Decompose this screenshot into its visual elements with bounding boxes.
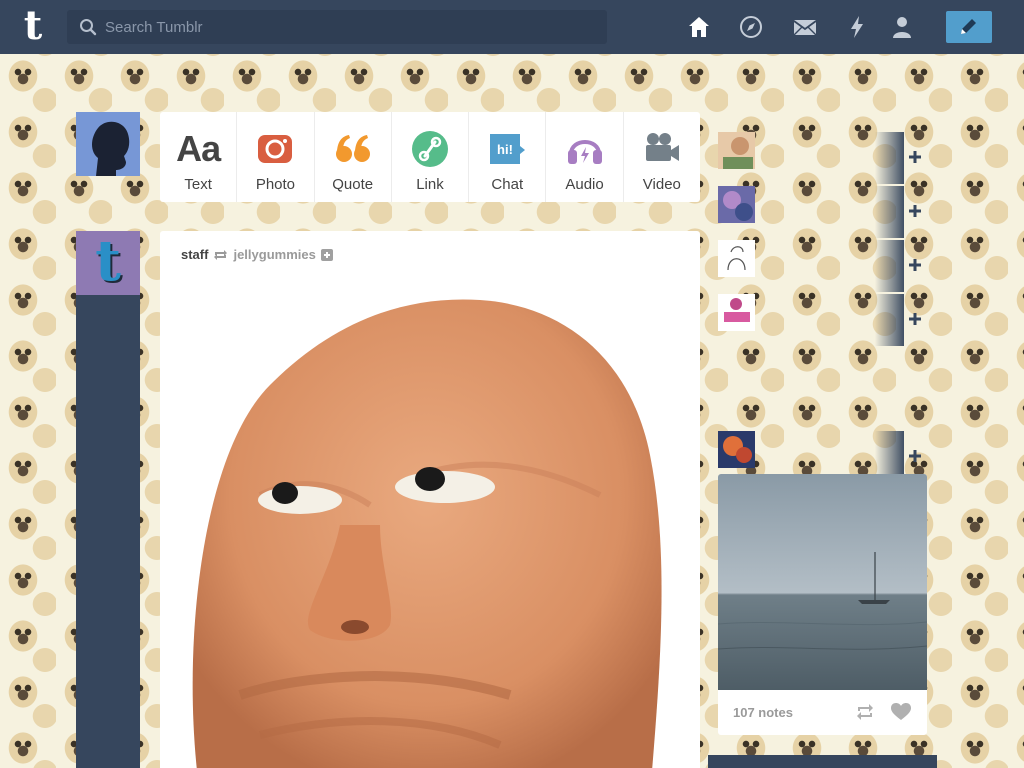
search-icon <box>80 19 97 36</box>
follow-plus-icon[interactable] <box>908 258 922 272</box>
account-icon[interactable] <box>889 14 915 40</box>
compose-button[interactable] <box>946 11 992 43</box>
dashboard-post: staff jellygummies <box>160 231 700 768</box>
blog-avatar <box>718 431 755 468</box>
post-type-video[interactable]: Video <box>624 112 700 202</box>
silhouette-icon <box>76 112 140 176</box>
recommended-blog[interactable] <box>718 294 921 346</box>
reblog-source-link[interactable]: jellygummies <box>233 247 315 262</box>
user-avatar[interactable] <box>76 112 140 176</box>
post-type-quote[interactable]: Quote <box>315 112 392 202</box>
blog-avatar <box>718 294 755 331</box>
blog-info <box>758 186 904 238</box>
blog-avatar <box>718 186 755 223</box>
heart-icon[interactable] <box>891 703 911 721</box>
sidebar-bottom-strip <box>708 755 937 768</box>
quote-icon <box>335 135 370 162</box>
follow-plus-icon[interactable] <box>908 150 922 164</box>
post-type-chat[interactable]: hi! Chat <box>469 112 547 202</box>
blog-avatar <box>718 132 755 169</box>
follow-plus-icon[interactable] <box>320 248 333 261</box>
follow-plus-icon[interactable] <box>908 449 922 463</box>
home-icon[interactable] <box>686 14 712 40</box>
search-input[interactable] <box>105 10 595 44</box>
reblog-icon[interactable] <box>855 703 875 721</box>
post-header: staff jellygummies <box>181 247 333 262</box>
top-navigation-bar: t <box>0 0 1024 54</box>
radar-post: 107 notes <box>718 474 927 735</box>
text-icon: Aa <box>176 128 221 169</box>
video-camera-icon <box>645 133 679 161</box>
follow-plus-icon[interactable] <box>908 204 922 218</box>
post-type-text[interactable]: Aa Text <box>160 112 238 202</box>
post-type-label: Photo <box>255 176 296 193</box>
headphones-icon <box>567 140 602 164</box>
radar-photo[interactable] <box>718 474 927 690</box>
blog-info <box>758 132 904 184</box>
post-type-label: Video <box>642 176 681 193</box>
inbox-icon[interactable] <box>792 14 818 40</box>
chat-glyph: hi! <box>497 142 513 157</box>
post-type-label: Text <box>184 176 212 193</box>
blog-avatar <box>718 240 755 277</box>
follow-plus-icon[interactable] <box>908 312 922 326</box>
chat-icon: hi! <box>490 134 526 164</box>
activity-icon[interactable] <box>844 14 870 40</box>
blog-info <box>758 240 904 292</box>
recommended-blog[interactable] <box>718 186 921 238</box>
post-photo[interactable] <box>180 295 680 768</box>
reblog-icon <box>214 249 228 260</box>
post-type-label: Audio <box>565 176 604 193</box>
post-type-photo[interactable]: Photo <box>237 112 315 202</box>
post-type-link[interactable]: Link <box>392 112 470 202</box>
post-type-bar: Aa Text Photo Quote Link hi! Chat Audio … <box>160 112 700 202</box>
blog-info <box>758 294 904 346</box>
post-type-audio[interactable]: Audio <box>546 112 624 202</box>
notes-count[interactable]: 107 notes <box>733 705 793 720</box>
sidebar-strip <box>76 231 140 768</box>
camera-icon <box>258 135 293 163</box>
post-type-label: Link <box>416 176 444 193</box>
staff-avatar[interactable]: t <box>76 231 140 295</box>
recommended-blog[interactable] <box>718 240 921 292</box>
explore-icon[interactable] <box>738 14 764 40</box>
link-icon <box>411 131 448 167</box>
search-box[interactable] <box>67 10 607 44</box>
tumblr-logo[interactable]: t <box>16 6 50 46</box>
recommended-blog[interactable] <box>718 132 921 184</box>
pencil-icon <box>961 19 976 34</box>
post-type-label: Quote <box>332 176 374 193</box>
post-type-label: Chat <box>491 176 524 193</box>
post-author-link[interactable]: staff <box>181 247 208 262</box>
